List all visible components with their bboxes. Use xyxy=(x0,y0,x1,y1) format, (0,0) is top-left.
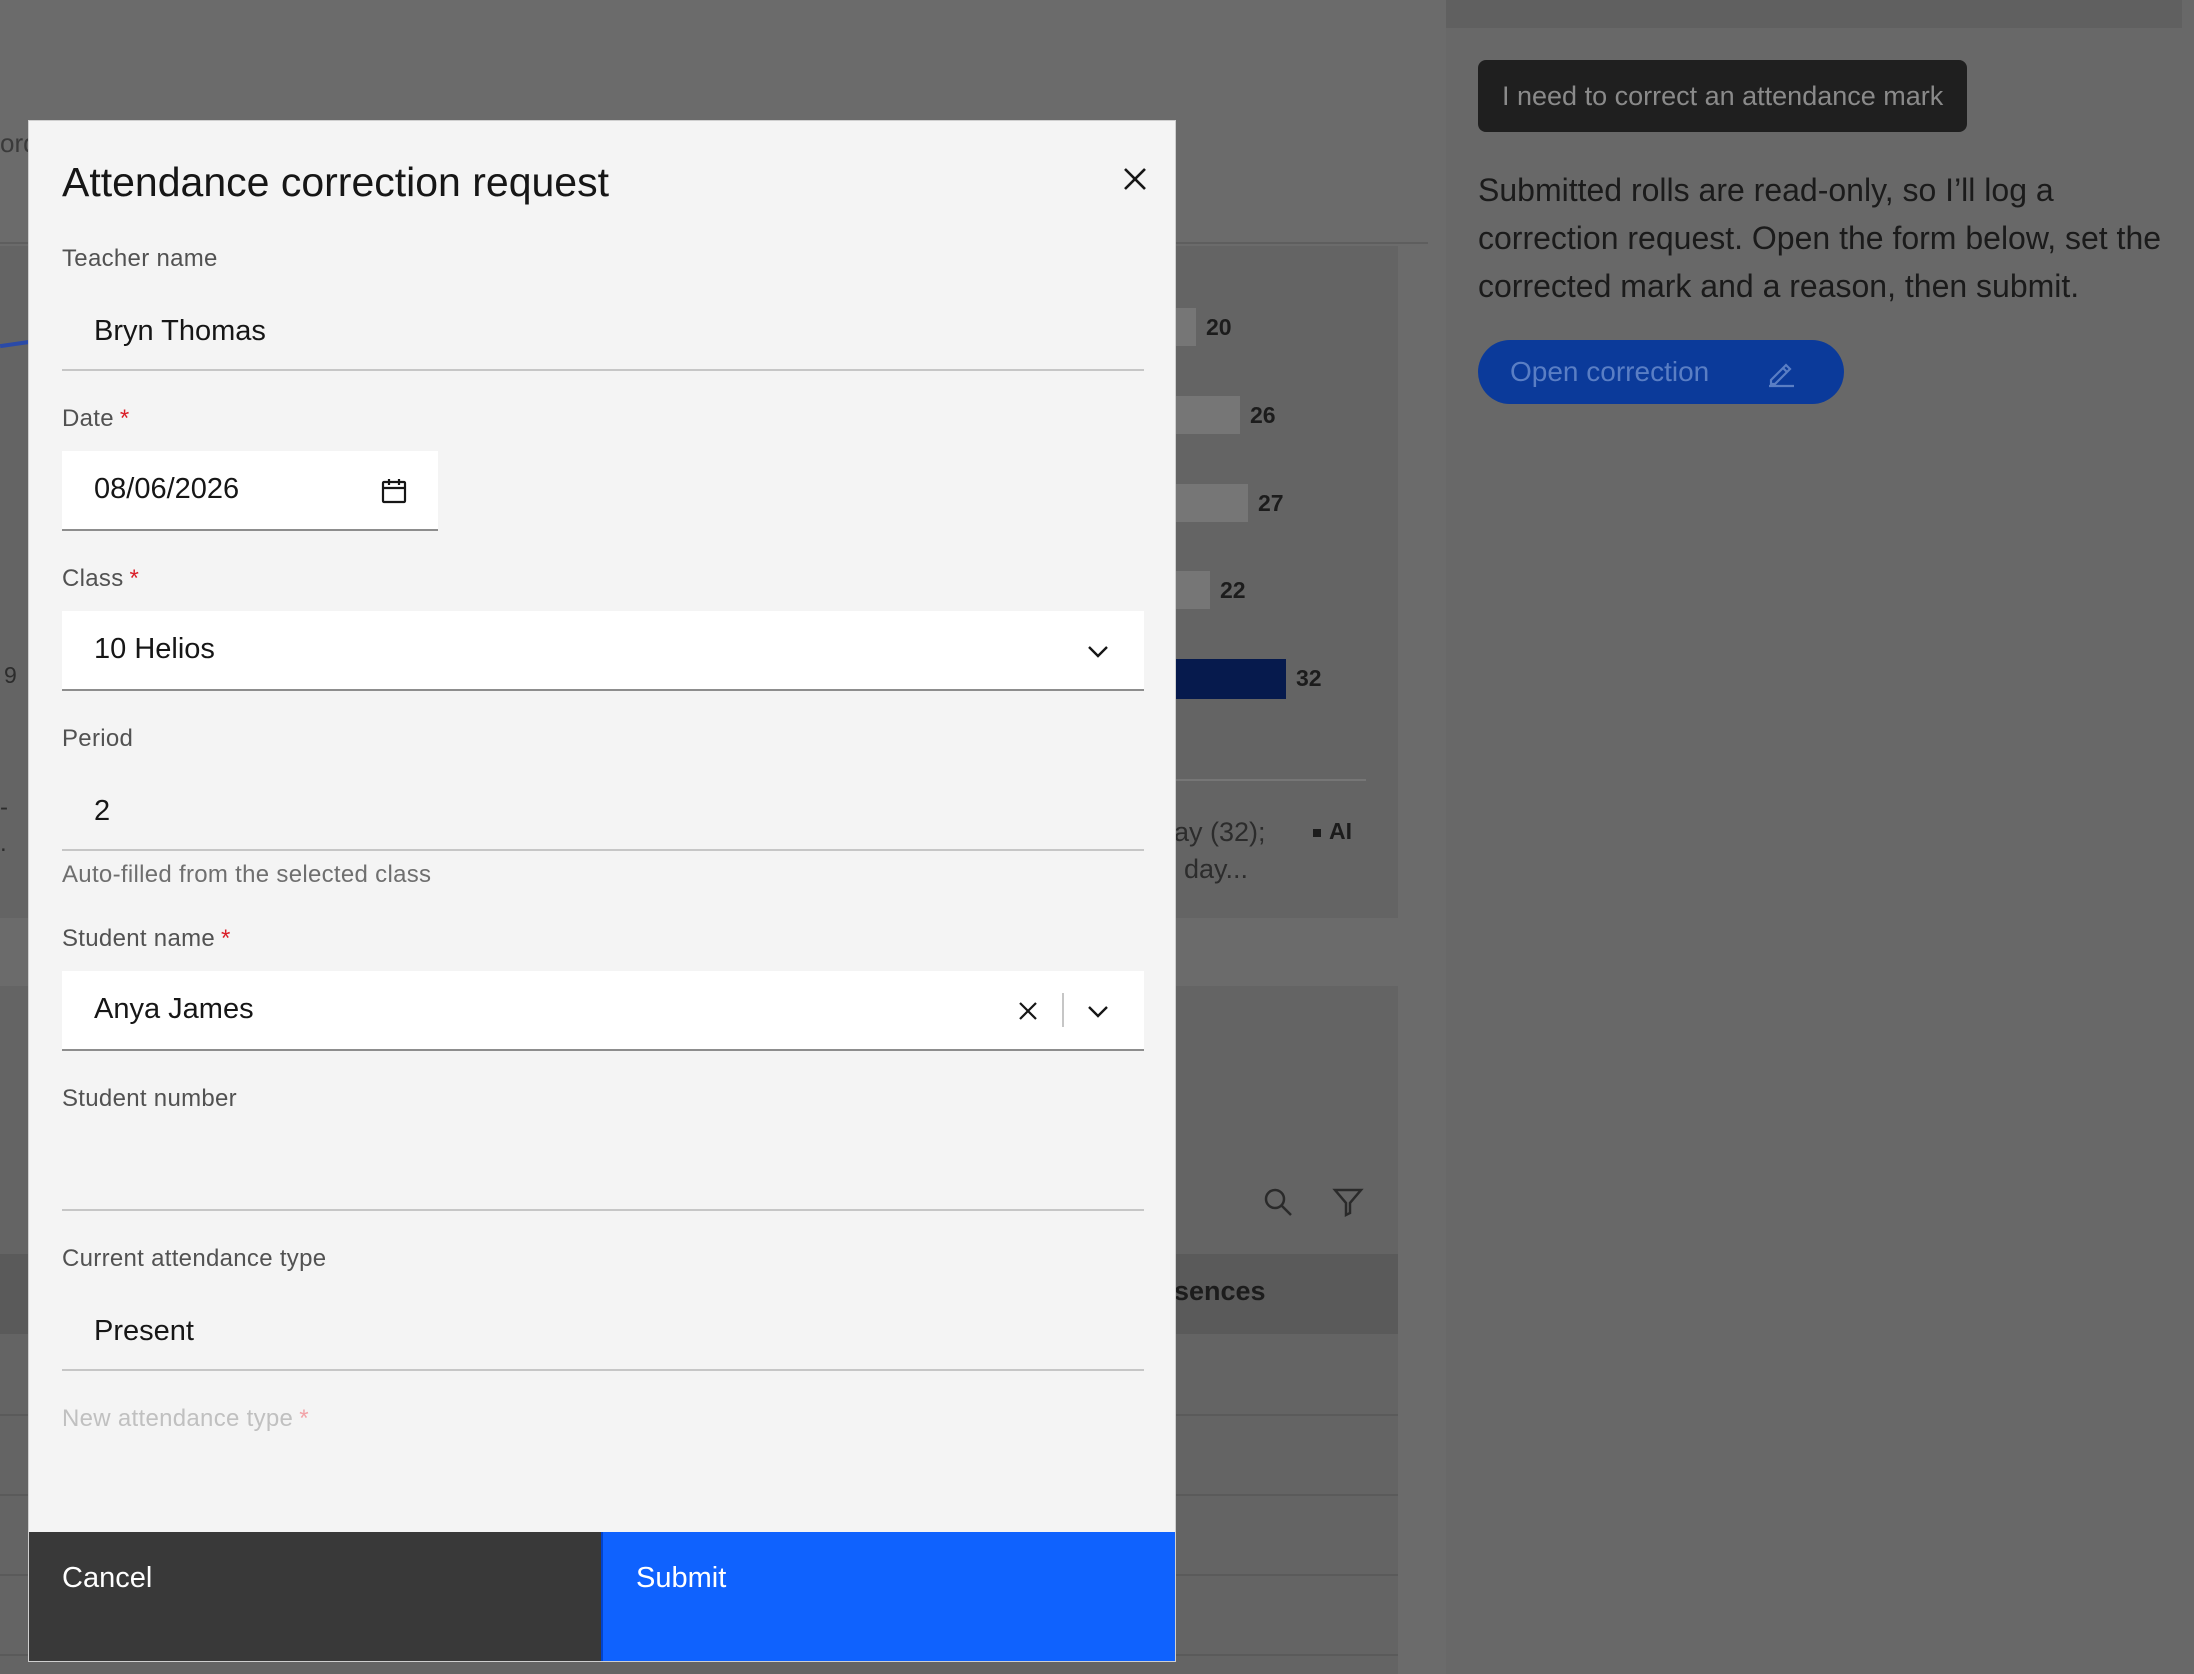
chart-bar-value: 22 xyxy=(1220,577,1246,603)
chart-bar-value: 27 xyxy=(1258,490,1284,516)
chart-bar xyxy=(1176,396,1240,434)
student-name-value: Anya James xyxy=(94,993,254,1025)
period-helper-text: Auto-filled from the selected class xyxy=(62,861,432,888)
chart-divider xyxy=(1174,779,1366,781)
required-marker: * xyxy=(221,925,231,952)
class-select[interactable]: 10 Helios xyxy=(62,611,1144,691)
modal-title: Attendance correction request xyxy=(62,159,609,205)
teacher-name-value: Bryn Thomas xyxy=(94,315,266,347)
chart-bar-value: 26 xyxy=(1250,402,1276,428)
student-number-label: Student number xyxy=(62,1085,237,1113)
date-input[interactable]: 08/06/2026 xyxy=(62,451,438,531)
combobox-separator xyxy=(1062,993,1064,1027)
new-attendance-type-label: New attendance type * xyxy=(62,1405,309,1433)
open-correction-label: Open correction xyxy=(1510,356,1710,387)
close-button[interactable] xyxy=(1113,157,1157,201)
table-column-header: sences xyxy=(1174,1276,1266,1306)
chart-axis-label: 9 xyxy=(4,662,17,688)
class-value: 10 Helios xyxy=(94,633,215,665)
student-name-label: Student name * xyxy=(62,925,231,953)
current-attendance-type-value: Present xyxy=(94,1315,194,1347)
required-marker: * xyxy=(299,1405,309,1432)
chart-summary-line: ay (32); xyxy=(1174,817,1266,847)
period-value: 2 xyxy=(94,795,111,827)
chevron-down-icon xyxy=(1088,646,1108,658)
cancel-button-label: Cancel xyxy=(62,1562,153,1594)
search-icon[interactable] xyxy=(1262,1186,1294,1218)
date-value: 08/06/2026 xyxy=(94,473,240,505)
class-label-text: Class xyxy=(62,565,124,592)
required-marker: * xyxy=(129,565,140,592)
submit-button[interactable]: Submit xyxy=(601,1532,1175,1661)
assistant-panel-topbar xyxy=(1446,0,2182,28)
date-label-text: Date xyxy=(62,405,114,432)
chart-summary-line: day... xyxy=(1184,854,1249,884)
pencil-icon xyxy=(1769,363,1794,388)
student-number-field xyxy=(62,1133,1144,1211)
open-correction-button[interactable]: Open correction xyxy=(1478,340,1844,404)
background-text-fragment: - . xyxy=(0,794,8,857)
close-icon xyxy=(1124,168,1146,190)
chart-bar-value: 32 xyxy=(1296,665,1322,691)
class-dropdown-button[interactable] xyxy=(1078,631,1118,671)
clear-selection-button[interactable] xyxy=(1008,991,1048,1031)
current-attendance-type-label: Current attendance type xyxy=(62,1245,326,1273)
chart-bar xyxy=(1176,484,1248,522)
required-marker: * xyxy=(119,405,130,432)
table-toolbar xyxy=(1262,1186,1398,1223)
calendar-icon xyxy=(381,479,407,504)
teacher-name-label-text: Teacher name xyxy=(62,245,218,272)
filter-icon[interactable] xyxy=(1332,1186,1365,1218)
attendance-correction-modal: Attendance correction request Teacher na… xyxy=(28,120,1176,1662)
assistant-panel: I need to correct an attendance mark Sub… xyxy=(1446,0,2194,1674)
period-label-text: Period xyxy=(62,725,134,752)
teacher-name-label: Teacher name xyxy=(62,245,218,273)
assistant-message: Submitted rolls are read-only, so I’ll l… xyxy=(1478,172,2162,304)
chart-summary: ay (32); day... xyxy=(1174,814,1266,888)
submit-button-label: Submit xyxy=(636,1562,727,1594)
clear-icon xyxy=(1019,1002,1037,1020)
student-number-label-text: Student number xyxy=(62,1085,237,1112)
modal-footer: Cancel Submit xyxy=(29,1532,1175,1661)
chart-bar-value: 20 xyxy=(1206,314,1232,340)
current-attendance-type-label-text: Current attendance type xyxy=(62,1245,327,1272)
class-label: Class * xyxy=(62,565,139,593)
current-attendance-type-field: Present xyxy=(62,1293,1144,1371)
student-name-combobox[interactable]: Anya James xyxy=(62,971,1144,1051)
student-name-label-text: Student name xyxy=(62,925,216,952)
teacher-name-field: Bryn Thomas xyxy=(62,293,1144,371)
cancel-button[interactable]: Cancel xyxy=(29,1532,601,1661)
chart-bar xyxy=(1176,571,1210,609)
chart-bar xyxy=(1176,308,1196,346)
ai-tag: AI xyxy=(1313,818,1352,845)
chart-bar-highlighted xyxy=(1176,659,1286,699)
date-label: Date * xyxy=(62,405,130,433)
period-label: Period xyxy=(62,725,133,753)
chevron-down-icon xyxy=(1088,1006,1108,1018)
user-message: I need to correct an attendance mark xyxy=(1478,60,1968,132)
new-attendance-type-label-text: New attendance type xyxy=(62,1405,294,1432)
period-field: 2 xyxy=(62,773,1144,851)
date-picker-button[interactable] xyxy=(374,471,414,511)
student-dropdown-button[interactable] xyxy=(1078,991,1118,1031)
